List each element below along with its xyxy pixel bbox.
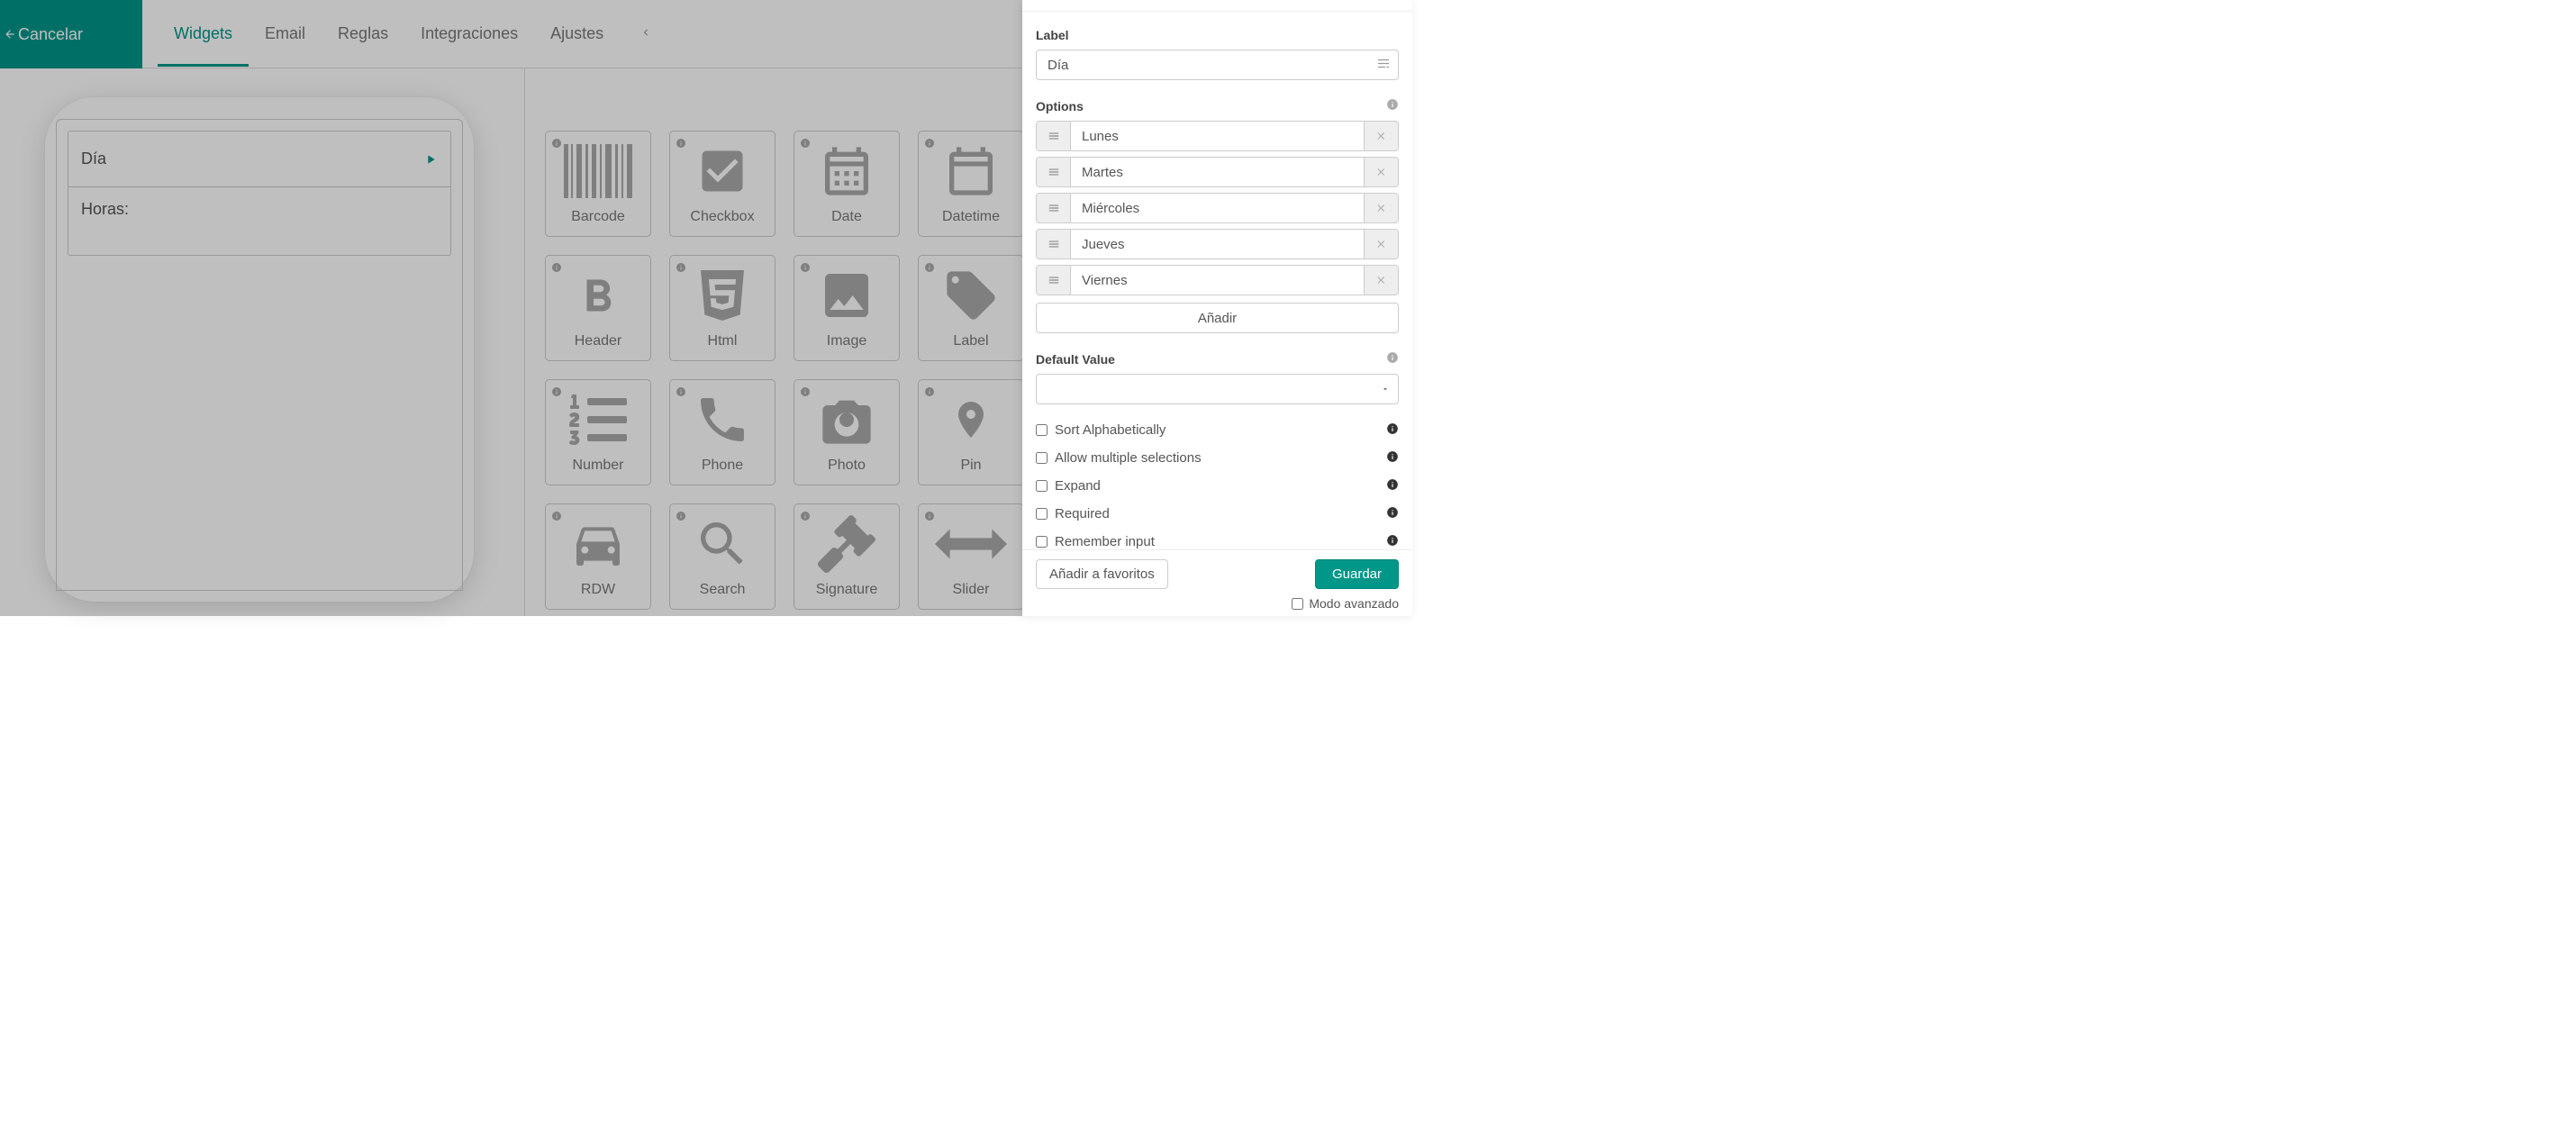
default-value-select[interactable]	[1036, 374, 1399, 404]
info-icon[interactable]	[1386, 478, 1399, 494]
drag-handle-icon[interactable]	[1037, 230, 1071, 258]
option-row	[1036, 229, 1399, 259]
drag-handle-icon[interactable]	[1037, 194, 1071, 222]
info-icon[interactable]	[1386, 422, 1399, 438]
default-value-section-title: Default Value	[1036, 352, 1115, 367]
option-input-4[interactable]	[1071, 266, 1364, 295]
advanced-mode-label: Modo avanzado	[1309, 596, 1399, 611]
allow-multiple-label: Allow multiple selections	[1055, 450, 1202, 466]
remember-input-checkbox[interactable]: Remember input	[1036, 534, 1155, 549]
label-section-title: Label	[1036, 28, 1069, 42]
remove-option-button[interactable]	[1364, 266, 1398, 295]
info-icon[interactable]	[1386, 98, 1399, 113]
drag-handle-icon[interactable]	[1037, 158, 1071, 186]
option-row	[1036, 121, 1399, 151]
label-input[interactable]	[1036, 50, 1399, 80]
sort-alphabetically-checkbox[interactable]: Sort Alphabetically	[1036, 422, 1166, 438]
list-fields-icon[interactable]	[1375, 57, 1392, 74]
expand-checkbox[interactable]: Expand	[1036, 478, 1101, 494]
remove-option-button[interactable]	[1364, 158, 1398, 186]
allow-multiple-checkbox[interactable]: Allow multiple selections	[1036, 450, 1202, 466]
expand-label: Expand	[1055, 478, 1101, 494]
option-row	[1036, 193, 1399, 223]
inspector-panel: Label Options	[1022, 0, 1412, 616]
remove-option-button[interactable]	[1364, 122, 1398, 150]
option-input-3[interactable]	[1071, 230, 1364, 258]
info-icon[interactable]	[1386, 450, 1399, 466]
option-row	[1036, 157, 1399, 187]
options-section-title: Options	[1036, 99, 1084, 113]
option-input-2[interactable]	[1071, 194, 1364, 222]
add-option-button[interactable]: Añadir	[1036, 303, 1399, 333]
drag-handle-icon[interactable]	[1037, 122, 1071, 150]
caret-down-icon	[1381, 382, 1390, 396]
remove-option-button[interactable]	[1364, 194, 1398, 222]
modal-overlay[interactable]	[0, 0, 1022, 616]
save-button[interactable]: Guardar	[1315, 559, 1399, 589]
option-row	[1036, 265, 1399, 295]
required-label: Required	[1055, 506, 1110, 521]
info-icon[interactable]	[1386, 506, 1399, 521]
advanced-mode-checkbox[interactable]: Modo avanzado	[1292, 596, 1399, 611]
remember-input-label: Remember input	[1055, 534, 1155, 549]
drag-handle-icon[interactable]	[1037, 266, 1071, 295]
remove-option-button[interactable]	[1364, 230, 1398, 258]
required-checkbox[interactable]: Required	[1036, 506, 1110, 521]
info-icon[interactable]	[1386, 351, 1399, 367]
option-input-0[interactable]	[1071, 122, 1364, 150]
add-to-favorites-button[interactable]: Añadir a favoritos	[1036, 559, 1168, 589]
info-icon[interactable]	[1386, 534, 1399, 549]
option-input-1[interactable]	[1071, 158, 1364, 186]
sort-alphabetically-label: Sort Alphabetically	[1055, 422, 1166, 438]
